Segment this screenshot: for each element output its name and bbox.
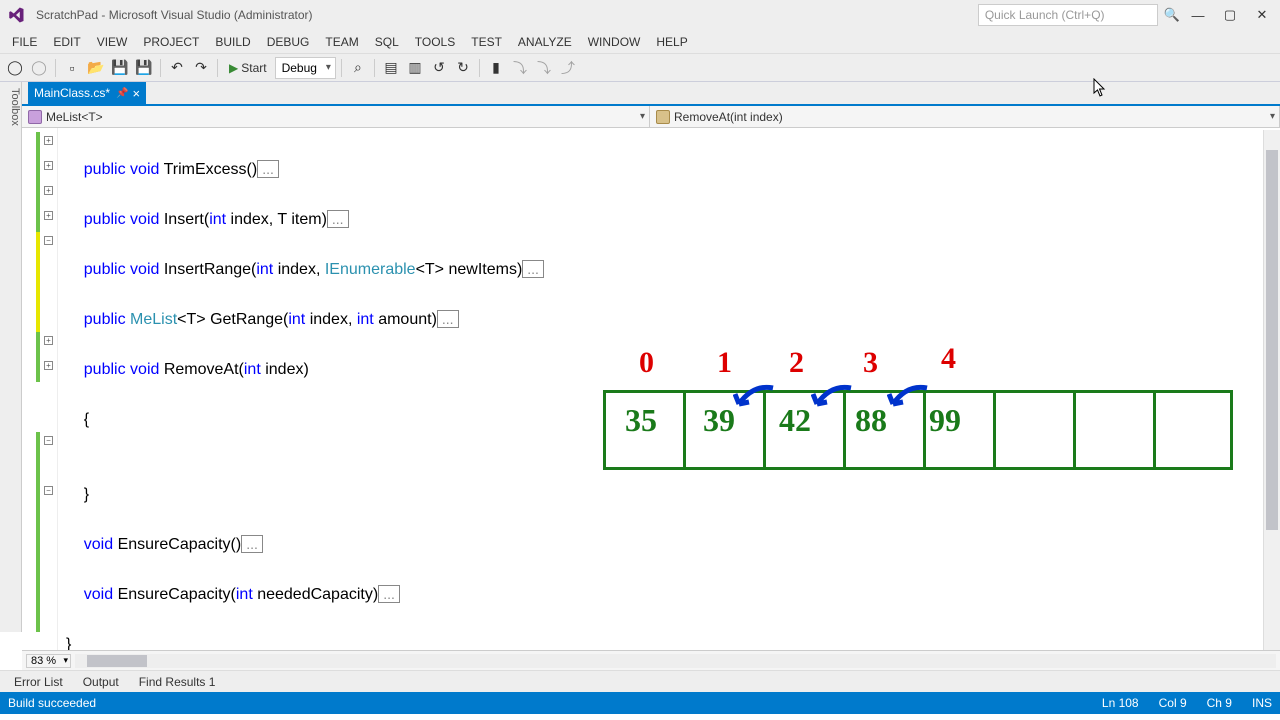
fold-icon[interactable]: − (44, 436, 53, 445)
fold-icon[interactable]: + (44, 361, 53, 370)
step-into-icon[interactable]: ⤵ (533, 57, 555, 79)
nav-back-icon[interactable]: ◯ (4, 57, 26, 79)
config-dropdown[interactable]: Debug (275, 57, 336, 79)
editor-footer: 83 % (22, 650, 1280, 670)
cursor-icon (1093, 78, 1107, 98)
menu-bar: FILE EDIT VIEW PROJECT BUILD DEBUG TEAM … (0, 30, 1280, 54)
quick-launch-input[interactable]: Quick Launch (Ctrl+Q) (978, 4, 1158, 26)
save-icon[interactable]: 💾 (109, 57, 131, 79)
step-over-icon[interactable]: ⤵ (509, 57, 531, 79)
pin-icon[interactable]: 📌 (116, 88, 128, 99)
zoom-dropdown[interactable]: 83 % (26, 654, 71, 668)
nav-member-dropdown[interactable]: RemoveAt(int index)▾ (650, 106, 1280, 127)
nav-type-dropdown[interactable]: MeList<T>▾ (22, 106, 650, 127)
fold-icon[interactable]: − (44, 236, 53, 245)
minimize-button[interactable]: — (1184, 5, 1212, 25)
step-out-icon[interactable]: ⤴ (557, 57, 579, 79)
open-icon[interactable]: 📂 (85, 57, 107, 79)
tab-close-icon[interactable]: × (132, 86, 140, 101)
fold-icon[interactable]: + (44, 211, 53, 220)
save-all-icon[interactable]: 💾 (133, 57, 155, 79)
menu-view[interactable]: VIEW (89, 30, 136, 54)
code-nav-bar: MeList<T>▾ RemoveAt(int index)▾ (22, 106, 1280, 128)
vs-logo-icon (4, 5, 28, 25)
fold-icon[interactable]: + (44, 186, 53, 195)
close-button[interactable]: ✕ (1248, 5, 1276, 25)
step-icon[interactable]: ↺ (428, 57, 450, 79)
fold-icon[interactable]: + (44, 161, 53, 170)
menu-build[interactable]: BUILD (207, 30, 258, 54)
tab-output[interactable]: Output (73, 671, 129, 693)
method-icon (656, 110, 670, 124)
search-icon[interactable]: 🔍 (1164, 7, 1180, 23)
toolbar: ◯ ◯ ▫ 📂 💾 💾 ↶ ↷ ▶Start Debug ⌕ ▤ ▥ ↺ ↻ ▮… (0, 54, 1280, 82)
tab-mainclass[interactable]: MainClass.cs* 📌 × (28, 82, 146, 104)
redo-icon[interactable]: ↷ (190, 57, 212, 79)
gutter[interactable]: + + + + − + + − − (22, 128, 58, 650)
menu-file[interactable]: FILE (4, 30, 45, 54)
nav-fwd-icon[interactable]: ◯ (28, 57, 50, 79)
menu-debug[interactable]: DEBUG (259, 30, 318, 54)
menu-test[interactable]: TEST (463, 30, 510, 54)
menu-tools[interactable]: TOOLS (407, 30, 463, 54)
find-icon[interactable]: ⌕ (347, 57, 369, 79)
bp-icon[interactable]: ▮ (485, 57, 507, 79)
status-bar: Build succeeded Ln 108 Col 9 Ch 9 INS (0, 692, 1280, 714)
tab-find-results[interactable]: Find Results 1 (129, 671, 226, 693)
fold-icon[interactable]: + (44, 336, 53, 345)
status-line: Ln 108 (1102, 696, 1139, 710)
status-ins: INS (1252, 696, 1272, 710)
status-col: Col 9 (1159, 696, 1187, 710)
class-icon (28, 110, 42, 124)
menu-analyze[interactable]: ANALYZE (510, 30, 580, 54)
uncomment-icon[interactable]: ▥ (404, 57, 426, 79)
horizontal-scrollbar[interactable] (75, 654, 1276, 668)
menu-help[interactable]: HELP (648, 30, 695, 54)
editor[interactable]: + + + + − + + − − public void TrimExcess… (22, 128, 1280, 650)
status-message: Build succeeded (8, 696, 96, 710)
status-ch: Ch 9 (1207, 696, 1232, 710)
vertical-scrollbar[interactable] (1263, 130, 1280, 650)
comment-icon[interactable]: ▤ (380, 57, 402, 79)
title-bar: ScratchPad - Microsoft Visual Studio (Ad… (0, 0, 1280, 30)
document-tabs: MainClass.cs* 📌 × (0, 82, 1280, 106)
undo-icon[interactable]: ↶ (166, 57, 188, 79)
menu-edit[interactable]: EDIT (45, 30, 88, 54)
start-button[interactable]: ▶Start (223, 57, 273, 79)
menu-sql[interactable]: SQL (367, 30, 407, 54)
new-item-icon[interactable]: ▫ (61, 57, 83, 79)
menu-team[interactable]: TEAM (317, 30, 366, 54)
fold-icon[interactable]: + (44, 136, 53, 145)
tab-error-list[interactable]: Error List (4, 671, 73, 693)
menu-project[interactable]: PROJECT (135, 30, 207, 54)
code-area[interactable]: public void TrimExcess()... public void … (58, 128, 1280, 650)
window-title: ScratchPad - Microsoft Visual Studio (Ad… (36, 8, 313, 22)
toolbox-panel[interactable]: Toolbox (0, 82, 22, 632)
menu-window[interactable]: WINDOW (580, 30, 649, 54)
fold-icon[interactable]: − (44, 486, 53, 495)
step2-icon[interactable]: ↻ (452, 57, 474, 79)
maximize-button[interactable]: ▢ (1216, 5, 1244, 25)
bottom-panel-tabs: Error List Output Find Results 1 (0, 670, 1280, 692)
